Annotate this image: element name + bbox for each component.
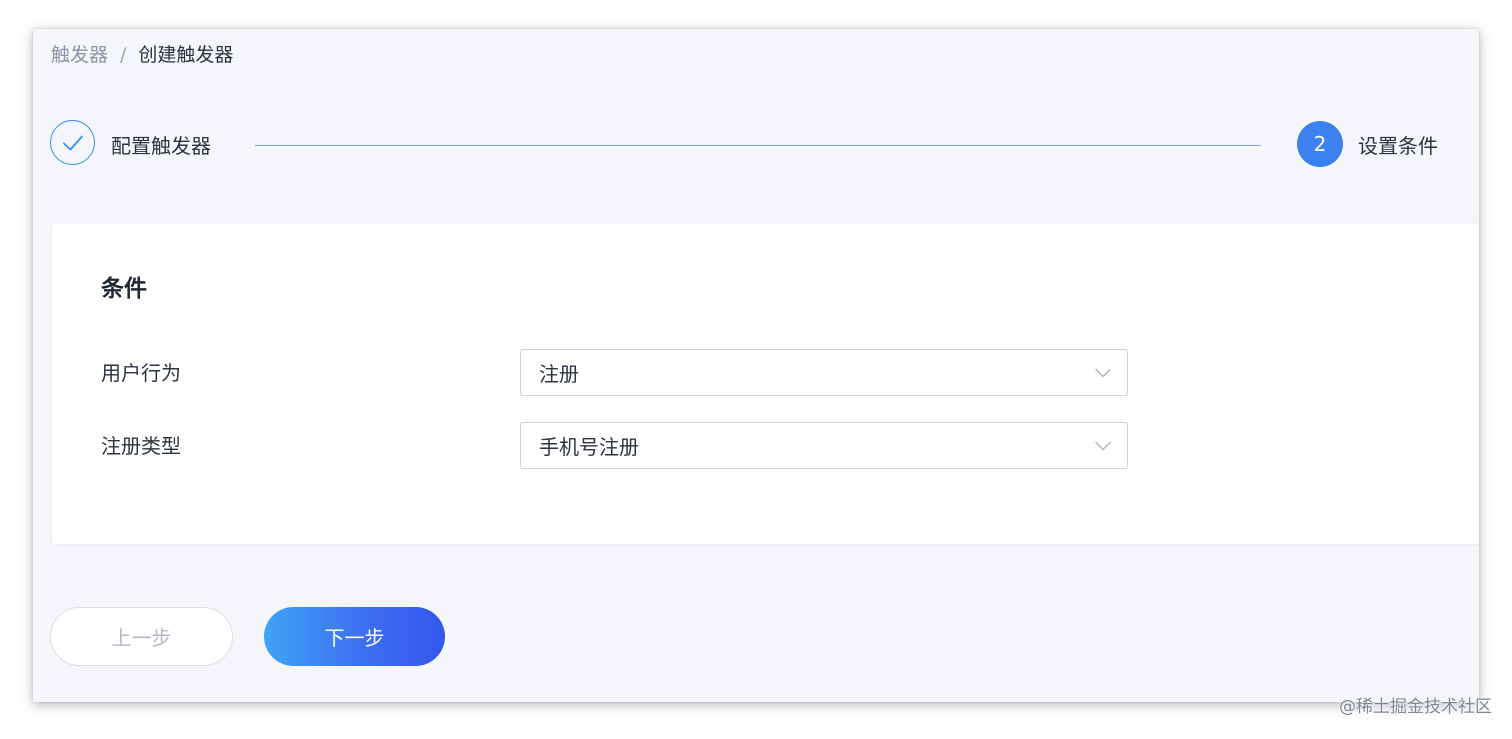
register-type-select[interactable]: 手机号注册 (520, 422, 1128, 469)
register-type-label: 注册类型 (101, 434, 181, 458)
conditions-card: 条件 用户行为 注册 注册类型 手机号注册 (52, 224, 1479, 544)
step-2-label: 设置条件 (1358, 134, 1438, 158)
steps-bar: 配置触发器 2 设置条件 (33, 29, 1479, 209)
user-action-value: 注册 (539, 362, 579, 386)
user-action-label: 用户行为 (101, 361, 181, 385)
app-window: 触发器 / 创建触发器 配置触发器 2 设置条件 条件 用户行为 注册 注册类型… (33, 29, 1479, 702)
step-1-label: 配置触发器 (111, 134, 211, 158)
step-1-done-indicator (50, 120, 95, 165)
watermark: @稀土掘金技术社区 (1339, 697, 1492, 717)
step-connector-line (255, 145, 1261, 146)
chevron-down-icon (1095, 368, 1111, 377)
chevron-down-icon (1095, 441, 1111, 450)
previous-step-button[interactable]: 上一步 (50, 607, 233, 666)
register-type-value: 手机号注册 (539, 435, 639, 459)
user-action-select[interactable]: 注册 (520, 349, 1128, 396)
card-title: 条件 (101, 276, 147, 302)
check-icon (62, 135, 83, 150)
step-2-number: 2 (1297, 121, 1343, 167)
next-step-button[interactable]: 下一步 (264, 607, 445, 666)
